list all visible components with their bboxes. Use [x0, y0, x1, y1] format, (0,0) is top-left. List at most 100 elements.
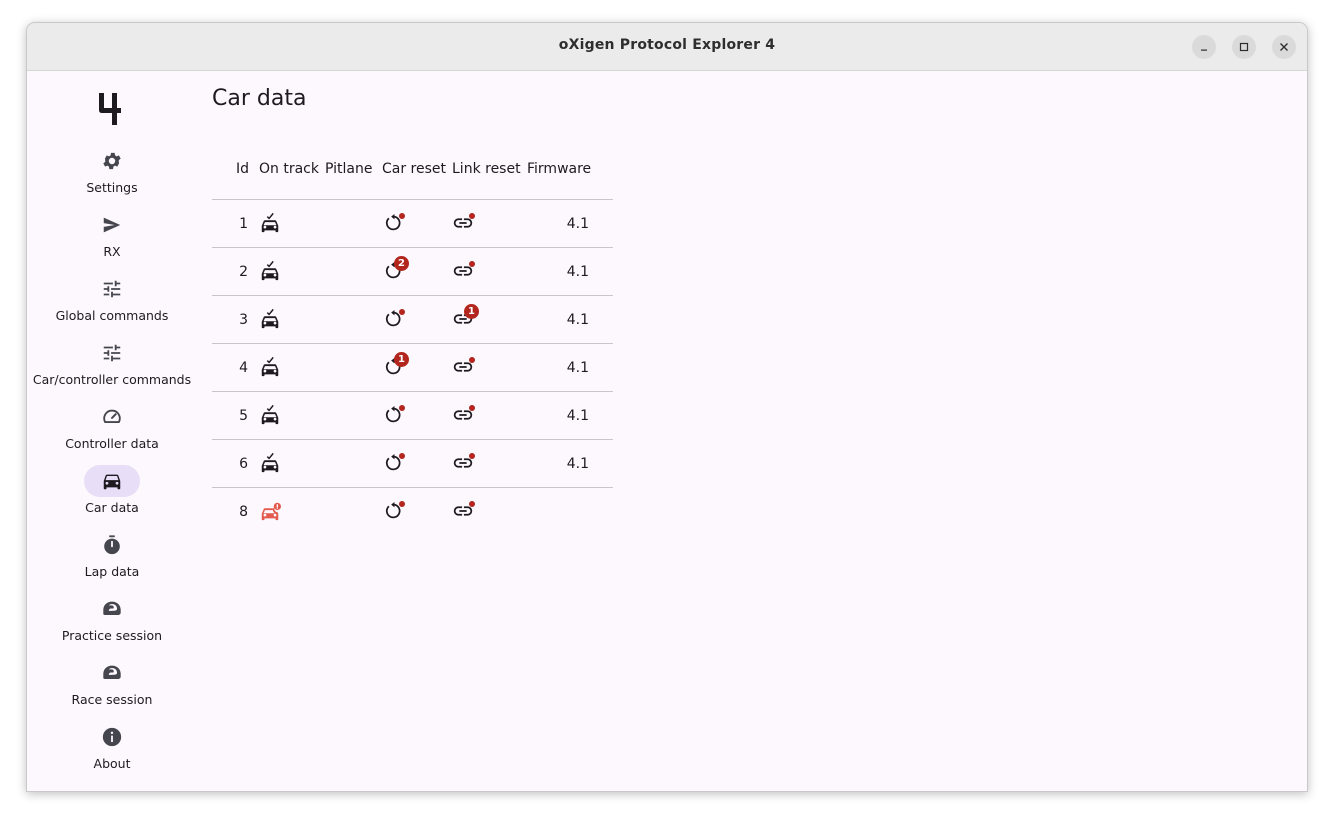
cell-id: 2	[239, 263, 248, 280]
link-reset-button[interactable]	[452, 248, 482, 295]
nav-label: Race session	[71, 692, 153, 707]
header-firmware: Firmware	[527, 161, 592, 177]
gear-icon	[103, 152, 121, 170]
indicator-dot	[399, 308, 405, 315]
car-reset-button[interactable]	[382, 200, 412, 247]
timer-icon	[104, 535, 120, 555]
car-on-track-icon	[259, 344, 283, 391]
nav-item-rx[interactable]: RX	[27, 209, 197, 269]
indicator-dot	[399, 500, 405, 507]
cell-id: 6	[239, 455, 248, 472]
nav-label: Car/controller commands	[32, 372, 192, 387]
indicator-dot	[399, 404, 405, 411]
car-reset-button[interactable]: 1	[382, 344, 412, 391]
indicator-dot	[469, 260, 475, 267]
nav-pill-global-commands	[84, 273, 140, 305]
link-reset-button[interactable]	[452, 488, 482, 535]
tune-icon	[103, 344, 121, 362]
tune-icon	[103, 280, 121, 298]
car-reset-button[interactable]	[382, 296, 412, 343]
count-badge: 2	[394, 255, 409, 271]
indicator-dot	[399, 212, 405, 219]
cell-firmware: 4.1	[566, 455, 589, 472]
car-icon	[103, 474, 121, 490]
cell-firmware: 4.1	[566, 359, 589, 376]
indicator-dot	[399, 452, 405, 459]
cell-id: 5	[239, 407, 248, 424]
link-reset-icon	[452, 212, 476, 236]
link-reset-button[interactable]	[452, 392, 482, 439]
cell-firmware: 4.1	[566, 263, 589, 280]
car-reset-icon	[382, 500, 406, 524]
helmet-icon	[103, 665, 121, 679]
nav-label: Settings	[86, 180, 138, 195]
car-on-track-icon	[259, 200, 283, 247]
header-link-reset: Link reset	[452, 161, 521, 177]
link-reset-icon	[452, 500, 476, 524]
car-error-icon	[259, 488, 283, 535]
nav-label: Lap data	[84, 564, 140, 579]
nav-item-lap-data[interactable]: Lap data	[27, 529, 197, 589]
count-badge: 1	[464, 303, 479, 319]
table-row: 6 4.1	[212, 440, 613, 488]
count-badge: 1	[394, 351, 409, 367]
indicator-dot	[469, 212, 475, 219]
nav-pill-lap-data	[84, 529, 140, 561]
nav-label: Car data	[85, 500, 139, 515]
navigation-rail: Settings RX Global commands Car/controll…	[27, 71, 197, 791]
table-row: 1 4.1	[212, 200, 613, 248]
close-button[interactable]	[1272, 35, 1296, 59]
table-body: 1 4.1 2 2 4.1 3 1 4.1 4 1 4.1 5 4.1 6 4.1 8	[212, 200, 613, 535]
indicator-dot	[469, 452, 475, 459]
link-reset-button[interactable]	[452, 200, 482, 247]
header-on-track: On track	[259, 161, 319, 177]
car-reset-button[interactable]: 2	[382, 248, 412, 295]
table-header: Id On track Pitlane Car reset Link reset…	[212, 159, 613, 200]
car-on-track-icon	[259, 392, 283, 439]
cell-id: 1	[239, 215, 248, 232]
header-pitlane: Pitlane	[325, 161, 373, 177]
car-reset-icon: 2	[382, 255, 409, 284]
nav-label: Practice session	[61, 628, 163, 643]
link-reset-button[interactable]: 1	[452, 296, 482, 343]
car-on-track-icon	[259, 440, 283, 487]
car-reset-icon	[382, 452, 406, 476]
link-reset-button[interactable]	[452, 344, 482, 391]
table-row: 5 4.1	[212, 392, 613, 440]
nav-pill-about	[84, 721, 140, 753]
car-reset-button[interactable]	[382, 440, 412, 487]
window-title: oXigen Protocol Explorer 4	[558, 37, 776, 53]
nav-item-practice-session[interactable]: Practice session	[27, 593, 197, 653]
minimize-button[interactable]	[1192, 35, 1216, 59]
link-reset-icon: 1	[452, 303, 479, 332]
table-row: 3 1 4.1	[212, 296, 613, 344]
car-reset-icon: 1	[382, 351, 409, 380]
link-reset-button[interactable]	[452, 440, 482, 487]
indicator-dot	[469, 356, 475, 363]
link-reset-icon	[452, 452, 476, 476]
nav-item-car-controller-commands[interactable]: Car/controller commands	[27, 337, 197, 397]
nav-pill-rx	[84, 209, 140, 241]
nav-item-about[interactable]: About	[27, 721, 197, 781]
nav-pill-practice-session	[84, 593, 140, 625]
car-reset-icon	[382, 404, 406, 428]
maximize-button[interactable]	[1232, 35, 1256, 59]
nav-item-race-session[interactable]: Race session	[27, 657, 197, 717]
nav-label: Global commands	[55, 308, 169, 323]
car-on-track-icon	[259, 296, 283, 343]
car-reset-button[interactable]	[382, 488, 412, 535]
nav-item-settings[interactable]: Settings	[27, 145, 197, 205]
nav-item-car-data[interactable]: Car data	[27, 465, 197, 525]
indicator-dot	[469, 404, 475, 411]
nav-item-controller-data[interactable]: Controller data	[27, 401, 197, 461]
car-data-table: Id On track Pitlane Car reset Link reset…	[212, 159, 613, 535]
car-reset-button[interactable]	[382, 392, 412, 439]
app-logo-icon	[99, 93, 121, 125]
car-reset-icon	[382, 308, 406, 332]
nav-label: Controller data	[65, 436, 159, 451]
title-bar: oXigen Protocol Explorer 4	[27, 23, 1307, 71]
nav-pill-settings	[84, 145, 140, 177]
minimize-icon	[1201, 49, 1207, 51]
nav-item-global-commands[interactable]: Global commands	[27, 273, 197, 333]
speedometer-icon	[103, 409, 121, 423]
